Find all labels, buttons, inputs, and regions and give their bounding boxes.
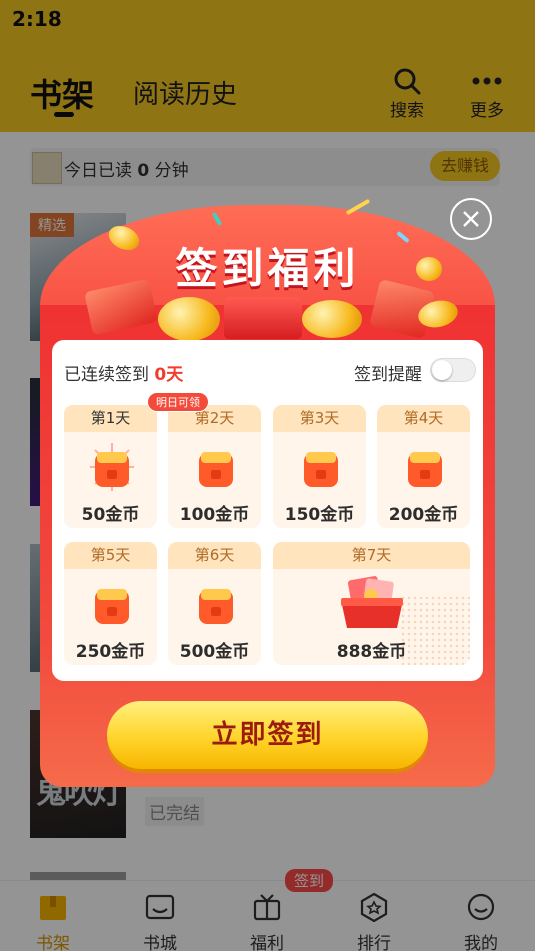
coin-pouch-icon (199, 589, 233, 624)
coin-pouch-icon (304, 452, 338, 487)
day-reward-amount: 200金币 (388, 505, 459, 525)
day-label: 第7天 (273, 542, 470, 569)
day-reward-amount: 500金币 (179, 642, 250, 662)
day-label: 第3天 (273, 405, 366, 432)
day-reward-4[interactable]: 第4天 200金币 (377, 405, 470, 528)
day-reward-7[interactable]: 第7天 888金币 (273, 542, 470, 665)
coin-pouch-icon (408, 452, 442, 487)
day-reward-amount: 50金币 (81, 505, 140, 525)
streak-days: 0天 (154, 365, 184, 385)
day-reward-1[interactable]: 第1天 50金币 (64, 405, 157, 528)
reminder-toggle[interactable] (430, 358, 476, 382)
toggle-knob (432, 360, 452, 380)
day-label: 第5天 (64, 542, 157, 569)
checkin-card: 已连续签到 0天 签到提醒 第1天 50金币 第2天 100金币 第3天 150… (52, 340, 483, 681)
coin-decoration (302, 300, 362, 338)
coin-pouch-icon (95, 589, 129, 624)
coin-pouch-icon (199, 452, 233, 487)
coin-pouch-icon (90, 443, 134, 491)
streak-text: 已连续签到 0天 (64, 360, 183, 385)
tomorrow-claimable-badge: 明日可领 (147, 392, 209, 412)
day-label: 第4天 (377, 405, 470, 432)
day-label: 第1天 (64, 405, 157, 432)
day-reward-5[interactable]: 第5天 250金币 (64, 542, 157, 665)
day-reward-amount: 100金币 (179, 505, 250, 525)
day-reward-2[interactable]: 第2天 100金币 (168, 405, 261, 528)
day-reward-6[interactable]: 第6天 500金币 (168, 542, 261, 665)
checkin-now-button[interactable]: 立即签到 (107, 701, 428, 769)
streak-prefix: 已连续签到 (64, 365, 149, 385)
gift-box-decoration (224, 297, 302, 339)
reminder-label: 签到提醒 (354, 365, 422, 385)
day-reward-amount: 150金币 (284, 505, 355, 525)
treasure-chest-icon (341, 576, 403, 628)
day-reward-amount: 888金币 (336, 642, 407, 662)
day-reward-amount: 250金币 (75, 642, 146, 662)
day-reward-3[interactable]: 第3天 150金币 (273, 405, 366, 528)
day-label: 第6天 (168, 542, 261, 569)
coin-decoration (158, 297, 220, 341)
checkin-popup: 签到福利 已连续签到 0天 签到提醒 第1天 50金币 第2天 100金币 第3… (40, 198, 495, 787)
